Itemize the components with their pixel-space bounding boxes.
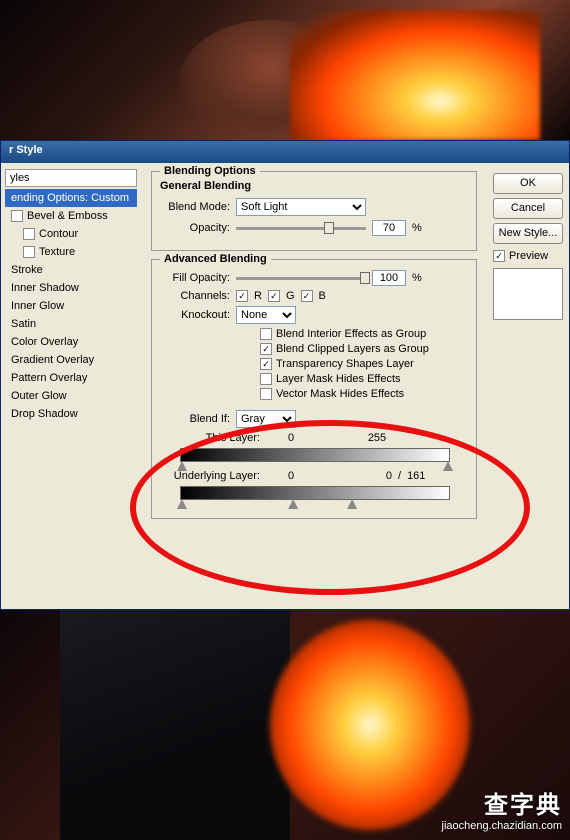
style-label: Pattern Overlay (11, 372, 87, 384)
this-layer-white-stop[interactable] (443, 461, 453, 471)
channel-b-checkbox[interactable] (301, 290, 313, 302)
style-label: Inner Glow (11, 300, 64, 312)
adv-check-label: Blend Interior Effects as Group (276, 328, 426, 340)
style-checkbox[interactable] (23, 228, 35, 240)
titlebar[interactable]: r Style (1, 141, 569, 163)
style-checkbox[interactable] (23, 246, 35, 258)
fill-opacity-input[interactable] (372, 270, 406, 286)
adv-checkbox[interactable] (260, 388, 272, 400)
opacity-slider[interactable] (236, 227, 366, 230)
styles-panel: yles ending Options: Custom Bevel & Embos… (1, 163, 141, 611)
style-label: Bevel & Emboss (27, 210, 108, 222)
style-checkbox[interactable] (11, 210, 23, 222)
style-label: Stroke (11, 264, 43, 276)
style-label: ending Options: Custom (11, 192, 129, 204)
style-label: Color Overlay (11, 336, 78, 348)
opacity-unit: % (412, 222, 422, 234)
style-item[interactable]: Outer Glow (5, 387, 137, 405)
channel-r-label: R (254, 290, 262, 302)
adv-checkbox[interactable] (260, 328, 272, 340)
general-blending-legend: General Blending (160, 180, 468, 192)
background-suit (60, 610, 290, 840)
options-panel: Blending Options General Blending Blend … (141, 163, 487, 611)
layer-style-dialog: r Style yles ending Options: Custom Bevel… (0, 140, 570, 610)
channel-r-checkbox[interactable] (236, 290, 248, 302)
preview-label: Preview (509, 250, 548, 262)
underlying-split: 0 (322, 470, 392, 482)
fill-opacity-slider[interactable] (236, 277, 366, 280)
underlying-layer-label: Underlying Layer: (160, 470, 260, 482)
underlying-sep: / (398, 470, 401, 482)
this-layer-high: 255 (322, 432, 432, 444)
underlying-split-stop-b[interactable] (347, 499, 357, 509)
this-layer-black-stop[interactable] (177, 461, 187, 471)
watermark-url: jiaocheng.chazidian.com (442, 820, 562, 832)
underlying-split-stop-a[interactable] (288, 499, 298, 509)
underlying-low: 0 (266, 470, 316, 482)
watermark: 查字典 jiaocheng.chazidian.com (442, 785, 562, 832)
advanced-blending-fieldset: Advanced Blending Fill Opacity: % Channe… (151, 259, 477, 519)
background-flame-top (290, 10, 540, 140)
adv-check-label: Blend Clipped Layers as Group (276, 343, 429, 355)
preview-swatch (493, 268, 563, 320)
blend-mode-select[interactable]: Soft Light (236, 198, 366, 216)
this-layer-label: This Layer: (160, 432, 260, 444)
style-item[interactable]: Drop Shadow (5, 405, 137, 423)
style-label: Drop Shadow (11, 408, 78, 420)
adv-checkbox[interactable] (260, 358, 272, 370)
adv-check-label: Layer Mask Hides Effects (276, 373, 401, 385)
adv-checkbox[interactable] (260, 373, 272, 385)
style-item[interactable]: Inner Shadow (5, 279, 137, 297)
style-item[interactable]: Texture (5, 243, 137, 261)
blend-mode-label: Blend Mode: (160, 201, 230, 213)
channels-label: Channels: (160, 290, 230, 302)
style-item[interactable]: Gradient Overlay (5, 351, 137, 369)
style-item[interactable]: Contour (5, 225, 137, 243)
style-item[interactable]: ending Options: Custom (5, 189, 137, 207)
cancel-button[interactable]: Cancel (493, 198, 563, 219)
fill-opacity-label: Fill Opacity: (160, 272, 230, 284)
channel-g-label: G (286, 290, 295, 302)
watermark-site: 查字典 (442, 785, 562, 820)
underlying-high: 161 (407, 470, 425, 482)
new-style-button[interactable]: New Style... (493, 223, 563, 244)
fill-opacity-unit: % (412, 272, 422, 284)
style-label: Gradient Overlay (11, 354, 94, 366)
buttons-panel: OK Cancel New Style... Preview (487, 163, 569, 611)
style-label: Satin (11, 318, 36, 330)
blend-if-select[interactable]: Gray (236, 410, 296, 428)
blending-options-legend: Blending Options (160, 165, 260, 177)
underlying-gradient[interactable] (180, 486, 450, 500)
adv-check-label: Transparency Shapes Layer (276, 358, 414, 370)
style-item[interactable]: Pattern Overlay (5, 369, 137, 387)
knockout-label: Knockout: (160, 309, 230, 321)
style-label: Outer Glow (11, 390, 67, 402)
style-label: Texture (39, 246, 75, 258)
background-flame-bottom (270, 620, 470, 830)
style-item[interactable]: Bevel & Emboss (5, 207, 137, 225)
preview-checkbox[interactable] (493, 250, 505, 262)
opacity-label: Opacity: (160, 222, 230, 234)
style-label: Contour (39, 228, 78, 240)
ok-button[interactable]: OK (493, 173, 563, 194)
underlying-black-stop[interactable] (177, 499, 187, 509)
style-item[interactable]: Color Overlay (5, 333, 137, 351)
knockout-select[interactable]: None (236, 306, 296, 324)
channel-b-label: B (319, 290, 326, 302)
styles-header[interactable]: yles (5, 169, 137, 187)
style-item[interactable]: Satin (5, 315, 137, 333)
this-layer-low: 0 (266, 432, 316, 444)
advanced-blending-legend: Advanced Blending (160, 253, 271, 265)
channel-g-checkbox[interactable] (268, 290, 280, 302)
style-item[interactable]: Inner Glow (5, 297, 137, 315)
style-label: Inner Shadow (11, 282, 79, 294)
adv-checkbox[interactable] (260, 343, 272, 355)
blending-options-fieldset: Blending Options General Blending Blend … (151, 171, 477, 251)
style-item[interactable]: Stroke (5, 261, 137, 279)
blend-if-label: Blend If: (160, 413, 230, 425)
this-layer-gradient[interactable] (180, 448, 450, 462)
opacity-input[interactable] (372, 220, 406, 236)
adv-check-label: Vector Mask Hides Effects (276, 388, 404, 400)
